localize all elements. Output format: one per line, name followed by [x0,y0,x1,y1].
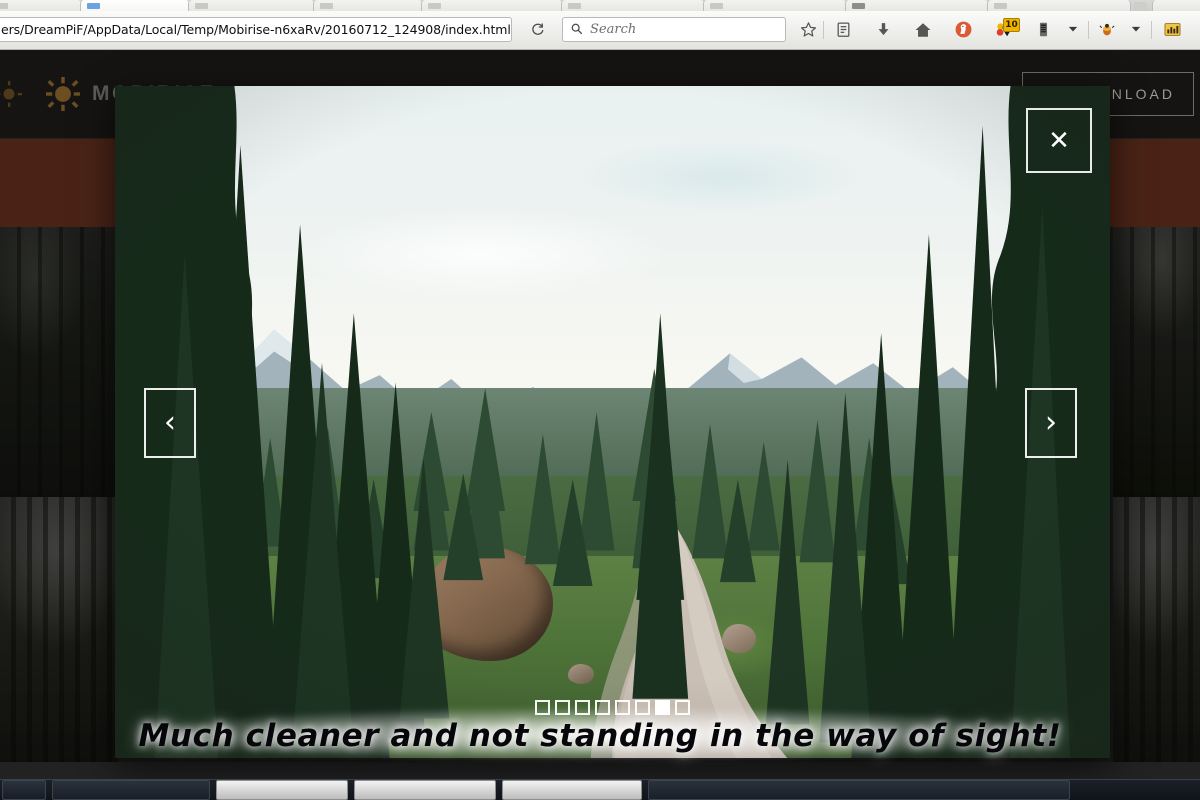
browser-tab[interactable] [421,0,563,11]
taskbar-item[interactable] [52,780,210,800]
carousel-indicator[interactable] [675,700,690,715]
home-icon[interactable] [909,17,937,42]
gallery-tile-right-2[interactable] [1113,497,1200,762]
extension-badge-count: 10 [1003,18,1020,32]
carousel-indicator-active[interactable] [655,700,670,715]
chevron-down-icon[interactable] [1068,24,1078,34]
browser-tab[interactable] [845,0,989,11]
sun-gear-icon-secondary [0,81,22,107]
carousel-indicator[interactable] [635,700,650,715]
search-placeholder: Search [590,22,637,37]
browser-chrome: ers/DreamPiF/AppData/Local/Temp/Mobirise… [0,0,1200,50]
search-input[interactable]: Search [562,17,786,42]
taskbar-item[interactable] [502,780,642,800]
lightbox-photo [115,86,1110,758]
image-lightbox-modal[interactable]: ✕ ‹ › [115,86,1110,758]
browser-navbar: ers/DreamPiF/AppData/Local/Temp/Mobirise… [0,11,1200,50]
browser-tab[interactable] [188,0,315,11]
stats-extension-icon[interactable] [1158,17,1186,42]
carousel-indicator[interactable] [555,700,570,715]
start-button[interactable] [2,780,46,800]
chevron-right-icon[interactable]: › [1025,388,1077,458]
chevron-down-icon-2[interactable] [1131,24,1141,34]
url-bar[interactable]: ers/DreamPiF/AppData/Local/Temp/Mobirise… [0,17,512,42]
browser-tab[interactable] [703,0,847,11]
browser-tab[interactable] [561,0,705,11]
extension-counter-icon[interactable]: 10 [989,17,1020,42]
gallery-tile-left-2[interactable] [0,497,118,762]
duckduckgo-icon[interactable] [949,17,977,42]
taskbar-item-active[interactable] [216,780,348,800]
gallery-tile-right-1[interactable] [1113,227,1200,497]
url-text: ers/DreamPiF/AppData/Local/Temp/Mobirise… [1,22,511,37]
page-footer-strip [0,762,1200,780]
carousel-indicator[interactable] [615,700,630,715]
browser-tab[interactable] [0,0,82,11]
search-icon [570,22,583,38]
carousel-indicator[interactable] [595,700,610,715]
sun-gear-icon [46,77,80,111]
bookmark-star-icon[interactable] [794,17,822,42]
gallery-tile-left-1[interactable] [0,227,118,497]
bug-extension-icon[interactable] [1093,17,1121,42]
chevron-left-icon[interactable]: ‹ [144,388,196,458]
carousel-indicator[interactable] [575,700,590,715]
browser-tab[interactable] [987,0,1131,11]
carousel-indicator[interactable] [535,700,550,715]
taskbar-item[interactable] [648,780,1070,800]
taskbar-item[interactable] [354,780,496,800]
close-icon[interactable]: ✕ [1026,108,1092,173]
new-tab-button[interactable] [1134,2,1147,11]
photo-vignette [115,86,1110,758]
os-taskbar[interactable] [0,779,1200,800]
browser-tab-active[interactable] [80,0,190,11]
server-extension-icon[interactable] [1029,17,1057,42]
browser-tab[interactable] [1152,0,1200,11]
reload-icon[interactable] [521,17,554,42]
reading-list-icon[interactable] [829,17,857,42]
downloads-icon[interactable] [869,17,897,42]
carousel-indicators[interactable] [115,700,1110,715]
browser-tab[interactable] [313,0,423,11]
